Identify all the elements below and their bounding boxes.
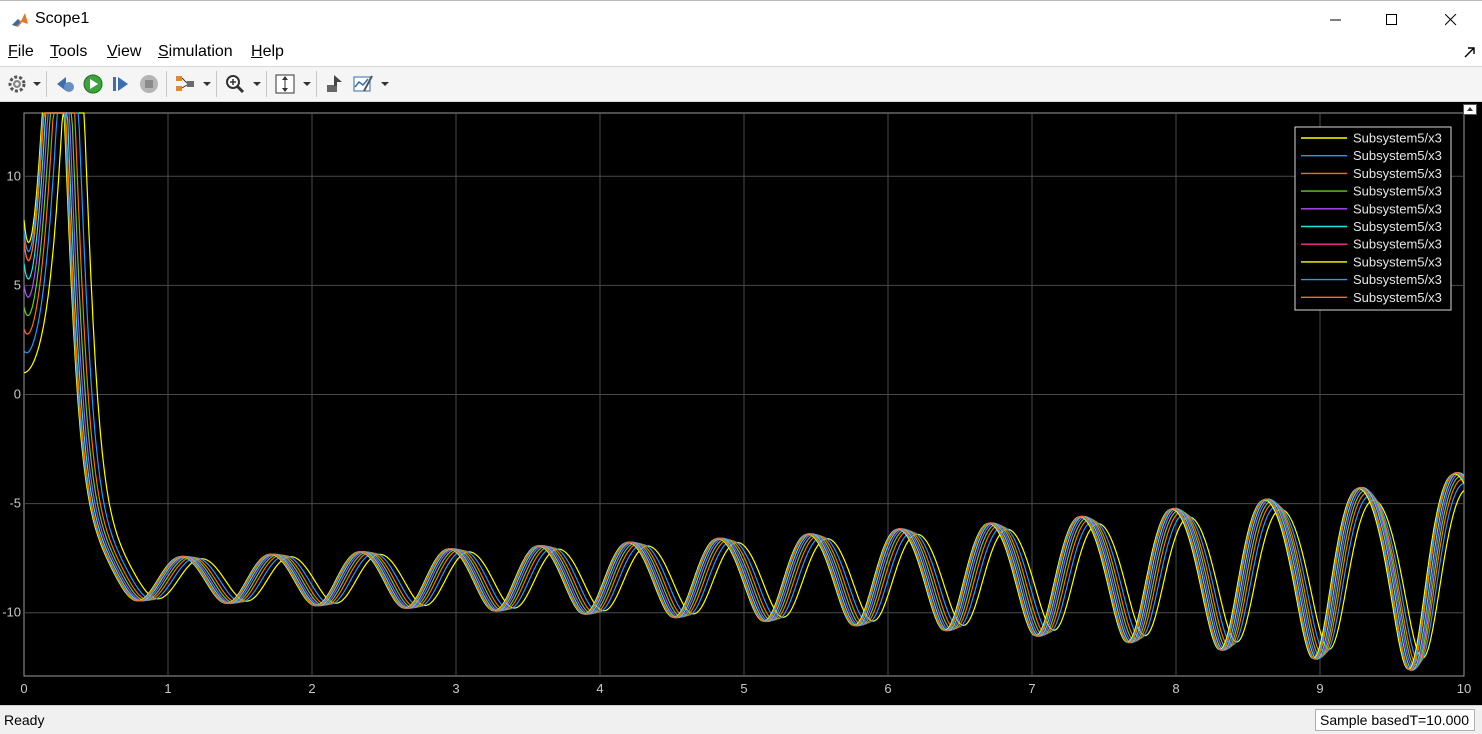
scope-plot[interactable]: 0 1 2 3 4 5 6 7 8 9 10-10-50510 Subsystem5/x3Subsy… xyxy=(0,102,1482,705)
step-back-icon[interactable] xyxy=(54,73,76,95)
toolbar-separator xyxy=(166,71,167,97)
menu-help[interactable]: Help xyxy=(251,43,284,61)
step-forward-icon[interactable] xyxy=(110,73,132,95)
maximize-button[interactable] xyxy=(1363,1,1421,39)
zoom-icon[interactable] xyxy=(224,73,246,95)
stop-icon[interactable] xyxy=(138,73,160,95)
run-icon[interactable] xyxy=(82,73,104,95)
legend-label[interactable]: Subsystem5/x3 xyxy=(1353,131,1442,146)
menu-view[interactable]: View xyxy=(107,43,141,61)
title-bar: Scope1 xyxy=(0,0,1482,38)
gear-icon[interactable] xyxy=(6,73,28,95)
gear-dropdown-icon[interactable] xyxy=(33,82,41,86)
autoscale-icon[interactable] xyxy=(274,73,296,95)
close-button[interactable] xyxy=(1422,1,1480,39)
y-tick-label: 5 xyxy=(14,277,21,292)
legend-label[interactable]: Subsystem5/x3 xyxy=(1353,166,1442,181)
y-tick-label: -5 xyxy=(9,496,21,511)
y-tick-label: -10 xyxy=(2,605,21,620)
status-text: Ready xyxy=(4,712,45,728)
signal-selector-dropdown-icon[interactable] xyxy=(203,82,211,86)
legend[interactable]: Subsystem5/x3 Subsystem5/x3 Subsystem5/x3 S… xyxy=(1294,126,1452,311)
x-tick-label: 10 xyxy=(1457,681,1471,696)
signal-selector-icon[interactable] xyxy=(174,73,196,95)
x-tick-label: 6 xyxy=(884,681,891,696)
y-tick-label: 0 xyxy=(14,387,21,402)
toolbar-separator xyxy=(46,71,47,97)
simulation-time-label: T=10.000 xyxy=(1409,712,1469,728)
style-icon[interactable] xyxy=(352,73,374,95)
x-tick-label: 2 xyxy=(308,681,315,696)
legend-label[interactable]: Subsystem5/x3 xyxy=(1353,272,1442,287)
undock-icon[interactable] xyxy=(1463,45,1477,59)
x-tick-label: 4 xyxy=(596,681,603,696)
menu-tools[interactable]: Tools xyxy=(50,43,87,61)
toolbar-separator xyxy=(316,71,317,97)
legend-label[interactable]: Subsystem5/x3 xyxy=(1353,290,1442,305)
legend-label[interactable]: Subsystem5/x3 xyxy=(1353,148,1442,163)
toolbar xyxy=(0,66,1482,102)
x-tick-label: 0 xyxy=(20,681,27,696)
legend-label[interactable]: Subsystem5/x3 xyxy=(1353,254,1442,269)
legend-label[interactable]: Subsystem5/x3 xyxy=(1353,219,1442,234)
style-dropdown-icon[interactable] xyxy=(381,82,389,86)
window-title: Scope1 xyxy=(35,10,90,27)
sample-mode-label: Sample based xyxy=(1320,712,1410,728)
legend-label[interactable]: Subsystem5/x3 xyxy=(1353,237,1442,252)
x-tick-label: 1 xyxy=(164,681,171,696)
expand-axes-icon[interactable] xyxy=(1463,104,1477,115)
legend-label[interactable]: Subsystem5/x3 xyxy=(1353,184,1442,199)
toolbar-separator xyxy=(216,71,217,97)
matlab-app-icon xyxy=(10,10,30,30)
maximize-icon xyxy=(1386,14,1397,25)
x-tick-label: 5 xyxy=(740,681,747,696)
status-info-panel: Sample based T=10.000 xyxy=(1315,709,1475,731)
x-tick-label: 3 xyxy=(452,681,459,696)
close-icon xyxy=(1445,14,1457,26)
y-tick-label: 10 xyxy=(7,168,21,183)
x-tick-label: 9 xyxy=(1316,681,1323,696)
highlight-simulink-block-icon[interactable] xyxy=(324,73,346,95)
toolbar-separator xyxy=(266,71,267,97)
legend-label[interactable]: Subsystem5/x3 xyxy=(1353,201,1442,216)
menu-file[interactable]: File xyxy=(8,43,34,61)
menu-bar: File Tools View Simulation Help xyxy=(0,38,1482,66)
menu-simulation[interactable]: Simulation xyxy=(158,43,233,61)
autoscale-dropdown-icon[interactable] xyxy=(303,82,311,86)
zoom-dropdown-icon[interactable] xyxy=(253,82,261,86)
x-tick-label: 7 xyxy=(1028,681,1035,696)
minimize-icon xyxy=(1330,19,1341,21)
minimize-button[interactable] xyxy=(1307,1,1365,39)
status-bar: Ready Sample based T=10.000 xyxy=(0,705,1482,734)
x-tick-label: 8 xyxy=(1172,681,1179,696)
